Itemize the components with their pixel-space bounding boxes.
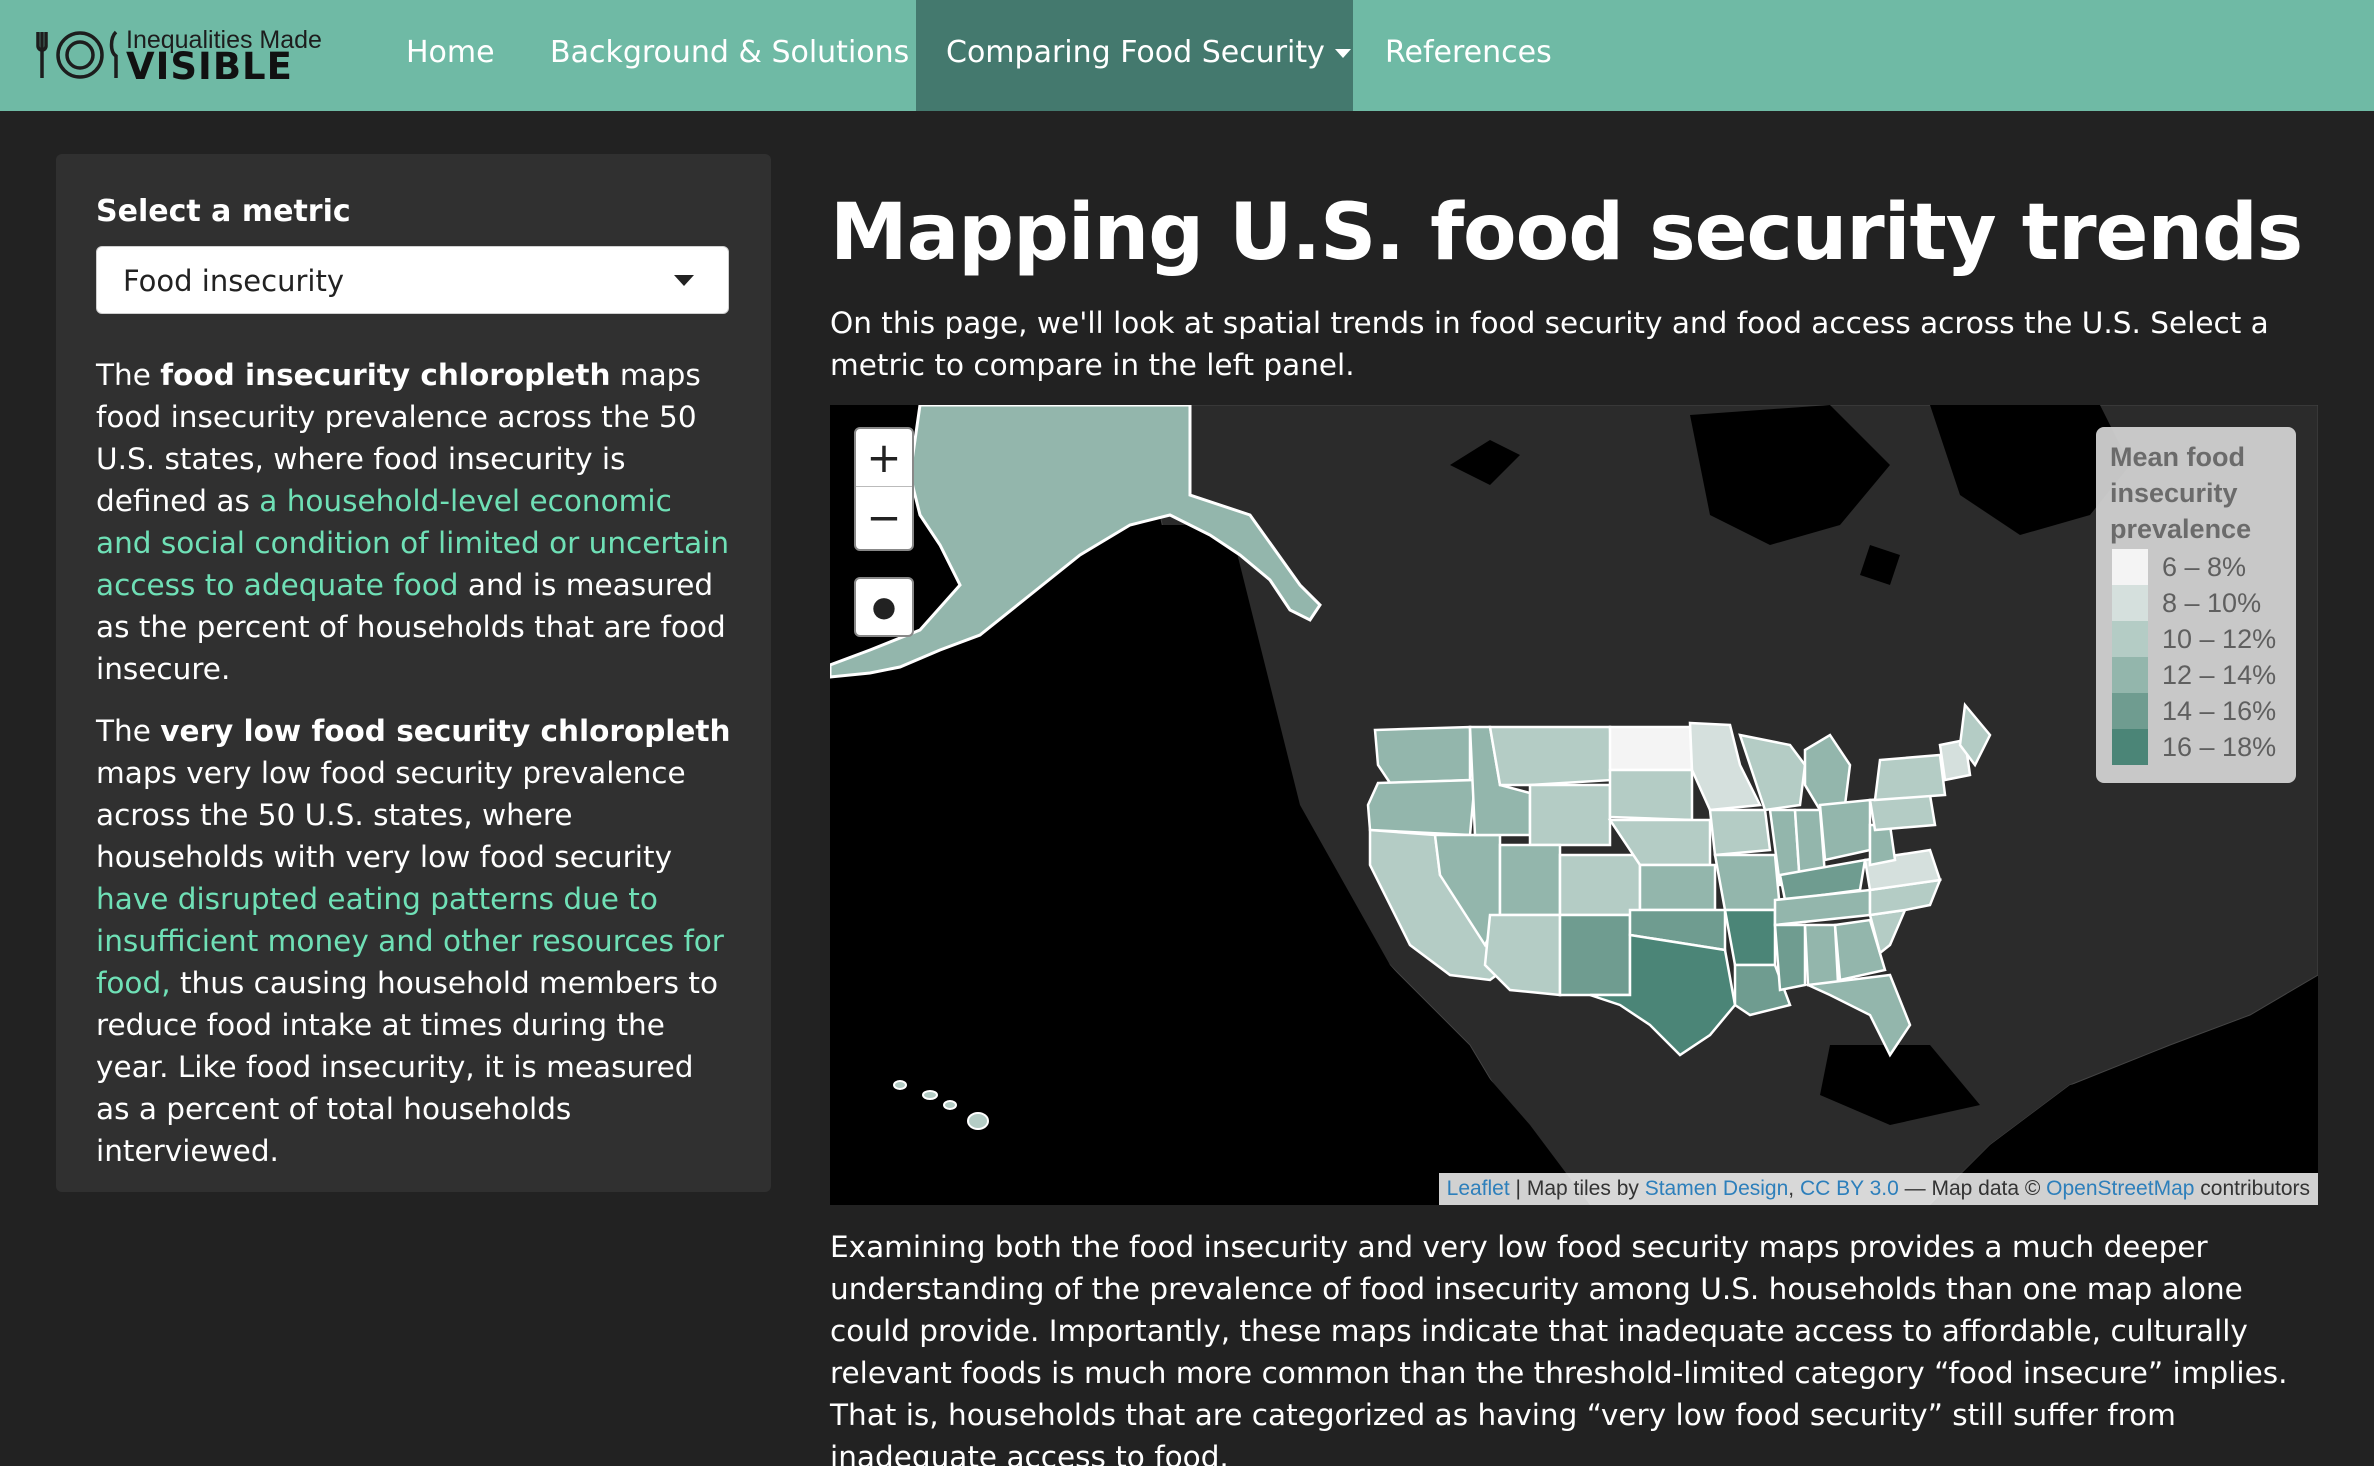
cc-link[interactable]: CC BY 3.0 [1800,1177,1899,1200]
text-span: thus causing household members to reduce… [96,966,719,1168]
nav-references[interactable]: References [1355,0,1582,111]
page-title: Mapping U.S. food security trends [830,188,2303,278]
closing-text: Examining both the food insecurity and v… [830,1230,2288,1466]
sidebar-panel: Select a metric Food insecurity The food… [56,154,771,1192]
chevron-down-icon [674,275,694,286]
plate-utensils-icon [36,30,118,79]
legend-swatch [2112,729,2148,765]
text-span: The [96,358,161,392]
attribution-text: , [1788,1177,1800,1200]
nav-comparing-food-security[interactable]: Comparing Food Security [916,0,1353,111]
stamen-link[interactable]: Stamen Design [1645,1177,1789,1200]
metric-select[interactable]: Food insecurity [96,246,729,314]
legend-title: Mean food insecurity prevalence [2110,442,2252,544]
metric-select-value: Food insecurity [123,264,344,298]
state-oregon[interactable] [1366,778,1477,837]
state-west-virginia[interactable] [1868,823,1897,867]
map-canvas[interactable] [830,405,2318,1205]
very-low-food-security-description: The very low food security chloropleth m… [96,710,736,1172]
bold-term: food insecurity chloropleth [160,358,611,392]
legend-label: 8 – 10% [2162,588,2262,618]
nav-background-solutions[interactable]: Background & Solutions [520,0,939,111]
state-new-york[interactable] [1873,753,1947,802]
legend-swatch [2112,621,2148,657]
state-kansas[interactable] [1638,863,1717,912]
text-span: The [96,714,161,748]
legend-item: 12 – 14% [2112,657,2292,693]
state-utah[interactable] [1498,843,1562,917]
map-attribution: Leaflet | Map tiles by Stamen Design, CC… [1438,1173,2318,1205]
state-washington[interactable] [1373,725,1472,785]
brand-wordmark: VISIBLE [126,45,293,88]
bold-term: very low food security chloropleth [160,714,731,748]
state-alabama[interactable] [1803,923,1840,987]
state-south-dakota[interactable] [1608,768,1694,822]
attribution-text: — Map data © [1898,1177,2047,1200]
zoom-control: + − [854,427,914,551]
zoom-in-button[interactable]: + [856,429,912,487]
nav-home[interactable]: Home [376,0,525,111]
legend-label: 12 – 14% [2162,660,2277,690]
legend-swatch [2112,585,2148,621]
legend-label: 6 – 8% [2162,552,2247,582]
nav-comparing-label: Comparing Food Security [946,35,1325,70]
navbar: Inequalities Made VISIBLE Home Backgroun… [0,0,2374,111]
text-span: maps very low food security prevalence a… [96,756,686,874]
map-legend: Mean food insecurity prevalence 6 – 8% 8 … [2096,427,2296,783]
legend-item: 10 – 12% [2112,621,2292,657]
legend-item: 16 – 18% [2112,729,2292,765]
osm-link[interactable]: OpenStreetMap [2046,1177,2194,1200]
state-wyoming[interactable] [1528,783,1612,847]
globe-icon[interactable]: ● [854,577,914,637]
brand-logo[interactable]: Inequalities Made VISIBLE [36,24,326,88]
state-new-mexico[interactable] [1558,913,1632,997]
state-montana[interactable] [1488,725,1614,787]
legend-label: 14 – 16% [2162,696,2277,726]
legend-swatch [2112,657,2148,693]
caret-down-icon [1334,49,1351,58]
leaflet-link[interactable]: Leaflet [1447,1177,1510,1200]
legend-label: 16 – 18% [2162,732,2277,762]
attribution-text: | Map tiles by [1509,1177,1645,1200]
state-arkansas[interactable] [1723,908,1777,967]
state-mississippi[interactable] [1773,923,1807,992]
choropleth-map[interactable]: + − ● Mean food insecurity prevalence 6 … [830,405,2318,1205]
legend-item: 8 – 10% [2112,585,2292,621]
legend-item: 6 – 8% [2112,549,2292,585]
state-missouri[interactable] [1713,853,1782,912]
metric-label: Select a metric [96,194,351,229]
state-north-dakota[interactable] [1608,725,1694,772]
state-iowa[interactable] [1708,808,1772,857]
attribution-text: contributors [2194,1177,2310,1200]
food-insecurity-description: The food insecurity chloropleth maps foo… [96,354,736,690]
intro-text: On this page, we'll look at spatial tren… [830,306,2269,382]
state-ohio[interactable] [1818,798,1872,862]
legend-item: 14 – 16% [2112,693,2292,729]
legend-swatch [2112,693,2148,729]
state-colorado[interactable] [1558,853,1642,917]
legend-swatch [2112,549,2148,585]
legend-label: 10 – 12% [2162,624,2277,654]
zoom-out-button[interactable]: − [856,489,912,547]
